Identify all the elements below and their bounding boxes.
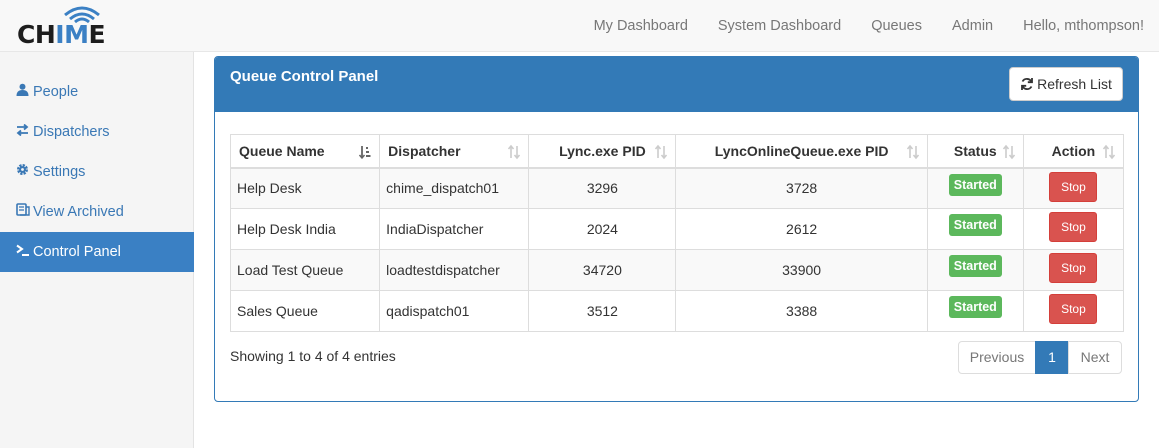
user-greeting[interactable]: Hello, mthompson! — [1008, 0, 1159, 52]
nav-system-dashboard[interactable]: System Dashboard — [703, 0, 856, 52]
sidebar-item-label: People — [33, 84, 79, 100]
column-header-queue-name[interactable]: Queue Name — [229, 134, 381, 169]
logo-text-right: E — [88, 20, 106, 49]
nav-admin[interactable]: Admin — [937, 0, 1008, 52]
sidebar-item-label: Dispatchers — [33, 124, 110, 140]
stop-button[interactable]: Stop — [1049, 253, 1098, 283]
gear-icon — [16, 152, 33, 192]
column-header-action[interactable]: Action — [1022, 134, 1125, 169]
sort-both-icon — [1002, 144, 1015, 160]
sidebar-item-label: View Archived — [33, 204, 124, 220]
sort-both-icon — [906, 144, 919, 160]
stop-button[interactable]: Stop — [1049, 212, 1098, 242]
cell-lynconline-pid: 33900 — [675, 249, 928, 291]
sidebar-item-label: Settings — [33, 164, 86, 180]
queue-control-panel: Queue Control Panel Refresh List Queue N… — [214, 56, 1139, 402]
logo-text: CHIME — [17, 20, 106, 49]
refresh-icon — [1021, 78, 1034, 90]
status-badge: Started — [948, 173, 1002, 196]
table-row: Load Test Queue loadtestdispatcher 34720… — [229, 249, 1125, 291]
column-label: Lync.exe PID — [559, 142, 646, 159]
column-label: LyncOnlineQueue.exe PID — [714, 142, 889, 159]
chime-logo[interactable]: CHIME — [17, 5, 117, 49]
logo-text-left: CH — [17, 20, 56, 49]
cell-action: Stop — [1022, 167, 1125, 209]
logo-text-highlight: IM — [55, 20, 89, 49]
sort-both-icon — [1103, 144, 1115, 160]
column-label: Dispatcher — [388, 142, 461, 159]
sidebar: People Dispatchers Settings View Archive… — [0, 52, 194, 448]
pagination: Previous 1 Next — [958, 341, 1122, 374]
sidebar-item-dispatchers[interactable]: Dispatchers — [0, 112, 194, 152]
column-label: Status — [953, 142, 997, 159]
cell-action: Stop — [1022, 208, 1125, 250]
cell-queue-name: Help Desk — [229, 167, 381, 209]
sort-both-icon — [655, 144, 668, 160]
user-icon — [16, 72, 33, 112]
previous-page-button[interactable]: Previous — [958, 341, 1036, 374]
column-header-dispatcher[interactable]: Dispatcher — [379, 134, 530, 169]
nav-queues[interactable]: Queues — [856, 0, 937, 52]
sidebar-item-label: Control Panel — [33, 244, 121, 260]
refresh-list-button[interactable]: Refresh List — [1009, 67, 1123, 101]
sort-both-icon — [508, 144, 521, 160]
cell-lync-pid: 2024 — [528, 208, 677, 250]
nav-my-dashboard[interactable]: My Dashboard — [579, 0, 703, 52]
next-page-button[interactable]: Next — [1068, 341, 1122, 374]
cell-action: Stop — [1022, 249, 1125, 291]
current-page-button[interactable]: 1 — [1035, 341, 1069, 374]
cell-action: Stop — [1022, 290, 1125, 332]
cell-dispatcher: qadispatch01 — [379, 290, 530, 332]
cell-queue-name: Load Test Queue — [229, 249, 381, 291]
panel-header: Queue Control Panel Refresh List — [215, 57, 1138, 112]
panel-title: Queue Control Panel — [230, 68, 379, 85]
cell-lync-pid: 34720 — [528, 249, 677, 291]
archive-icon — [16, 192, 33, 232]
exchange-icon — [16, 112, 33, 152]
cell-lynconline-pid: 3388 — [675, 290, 928, 332]
sidebar-item-people[interactable]: People — [0, 72, 194, 112]
cell-dispatcher: IndiaDispatcher — [379, 208, 530, 250]
sidebar-item-control-panel[interactable]: Control Panel — [0, 232, 194, 272]
cell-status: Started — [926, 290, 1024, 332]
cell-lync-pid: 3296 — [528, 167, 677, 209]
sort-asc-icon — [359, 146, 371, 160]
cell-status: Started — [926, 208, 1024, 250]
cell-dispatcher: chime_dispatch01 — [379, 167, 530, 209]
status-badge: Started — [948, 296, 1002, 318]
column-header-lync-pid[interactable]: Lync.exe PID — [528, 134, 677, 169]
sidebar-item-settings[interactable]: Settings — [0, 152, 194, 192]
nav-links: My Dashboard System Dashboard Queues Adm… — [579, 0, 1159, 52]
table-header-row: Queue Name Dispatcher Lync.exe PID LyncO… — [229, 134, 1125, 169]
stop-button[interactable]: Stop — [1049, 294, 1098, 324]
column-label: Queue Name — [239, 142, 325, 159]
cell-queue-name: Help Desk India — [229, 208, 381, 250]
column-label: Action — [1051, 142, 1096, 159]
terminal-icon — [16, 232, 33, 272]
table-row: Help Desk chime_dispatch01 3296 3728 Sta… — [229, 167, 1125, 209]
cell-status: Started — [926, 167, 1024, 209]
cell-lync-pid: 3512 — [528, 290, 677, 332]
stop-button[interactable]: Stop — [1049, 171, 1098, 202]
status-badge: Started — [948, 255, 1002, 277]
sidebar-item-view-archived[interactable]: View Archived — [0, 192, 194, 232]
cell-lynconline-pid: 3728 — [675, 167, 928, 209]
cell-status: Started — [926, 249, 1024, 291]
column-header-lynconline-pid[interactable]: LyncOnlineQueue.exe PID — [675, 134, 928, 169]
column-header-status[interactable]: Status — [926, 134, 1024, 169]
queue-table: Queue Name Dispatcher Lync.exe PID LyncO… — [229, 134, 1125, 332]
refresh-list-label: Refresh List — [1037, 76, 1112, 92]
table-info: Showing 1 to 4 of 4 entries — [230, 348, 396, 364]
table-row: Help Desk India IndiaDispatcher 2024 261… — [229, 208, 1125, 250]
cell-queue-name: Sales Queue — [229, 290, 381, 332]
status-badge: Started — [948, 214, 1002, 236]
cell-dispatcher: loadtestdispatcher — [379, 249, 530, 291]
top-navbar: CHIME My Dashboard System Dashboard Queu… — [0, 0, 1159, 52]
table-row: Sales Queue qadispatch01 3512 3388 Start… — [229, 290, 1125, 332]
cell-lynconline-pid: 2612 — [675, 208, 928, 250]
